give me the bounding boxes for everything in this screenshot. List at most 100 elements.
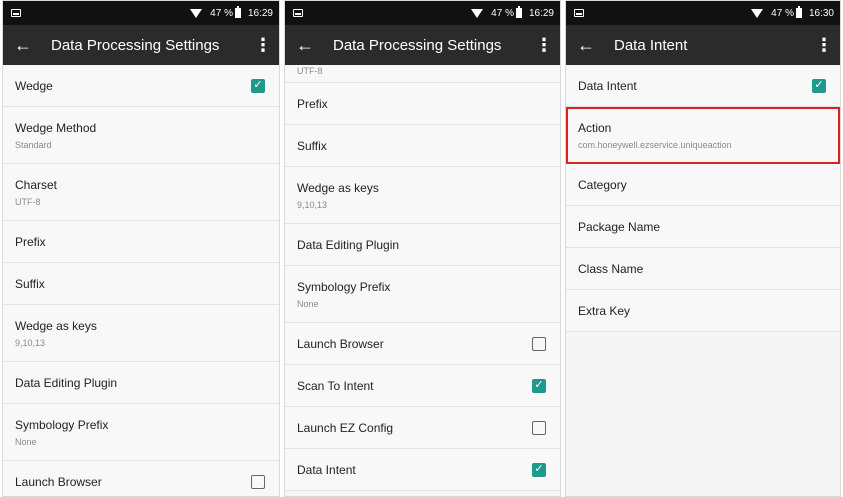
setting-label: Data Editing Plugin [297,237,400,252]
setting-scan-to-intent[interactable]: Scan To Intent ✓ [285,365,560,407]
setting-label: Launch Browser [15,474,102,489]
status-time: 16:29 [247,7,273,19]
setting-value: 9,10,13 [297,199,328,210]
launch-ez-config-checkbox[interactable] [532,420,546,435]
more-vert-icon[interactable]: ⋮ [528,35,560,56]
setting-label: Symbology Prefix [15,417,109,432]
status-bar: 47 % 16:29 [285,1,560,25]
setting-label: Wedge as keys [15,318,97,333]
setting-label: Suffix [15,276,45,291]
page-title: Data Intent [614,36,688,54]
screen-panel-3: 47 % 16:30 ← Data Intent ⋮ Data Intent ✓… [565,0,841,497]
arrow-back-icon[interactable]: ← [566,35,606,56]
battery-percent: 47 % [210,7,233,19]
setting-data-intent[interactable]: Data Intent ✓ [566,65,840,107]
page-title: Data Processing Settings [333,36,502,54]
scan-to-intent-checkbox[interactable]: ✓ [532,378,546,393]
setting-package-name[interactable]: Package Name [566,206,840,248]
wifi-icon [471,8,484,18]
setting-wedge-method[interactable]: Wedge Method Standard [3,107,279,164]
notification-icon [11,9,21,17]
setting-label: Scan To Intent [297,378,374,393]
notification-icon [574,9,584,17]
setting-value: None [297,298,319,309]
wedge-checkbox[interactable]: ✓ [251,78,265,93]
setting-launch-browser[interactable]: Launch Browser [3,461,279,496]
setting-label: Wedge Method [15,120,97,135]
settings-list: Wedge ✓ Wedge Method Standard Charset UT… [3,65,279,496]
checkmark-icon: ✓ [814,79,824,91]
checkmark-icon: ✓ [534,379,544,391]
battery-icon [515,6,522,18]
setting-data-editing-plugin[interactable]: Data Editing Plugin [285,224,560,266]
app-bar: ← Data Processing Settings ⋮ [3,25,279,65]
setting-label: Prefix [297,96,328,111]
app-bar: ← Data Processing Settings ⋮ [285,25,560,65]
battery-icon [234,6,241,18]
setting-category[interactable]: Category [566,164,840,206]
checkmark-icon: ✓ [534,463,544,475]
setting-charset-partial[interactable]: UTF-8 [285,65,560,83]
setting-label: Charset [15,177,58,192]
launch-browser-checkbox[interactable] [251,474,265,489]
setting-suffix[interactable]: Suffix [3,263,279,305]
setting-label: Wedge as keys [297,180,379,195]
setting-wedge-as-keys[interactable]: Wedge as keys 9,10,13 [285,167,560,224]
setting-value: UTF-8 [15,196,41,207]
status-time: 16:30 [808,7,834,19]
launch-browser-checkbox[interactable] [532,336,546,351]
battery-percent: 47 % [771,7,794,19]
setting-symbology-prefix[interactable]: Symbology Prefix None [3,404,279,461]
setting-label: Suffix [297,138,327,153]
setting-symbology-prefix[interactable]: Symbology Prefix None [285,266,560,323]
setting-wedge-as-keys[interactable]: Wedge as keys 9,10,13 [3,305,279,362]
setting-label: Class Name [578,261,644,276]
setting-label: Prefix [15,234,46,249]
setting-value: 9,10,13 [15,337,46,348]
screen-panel-1: 47 % 16:29 ← Data Processing Settings ⋮ … [2,0,280,497]
setting-label: Launch EZ Config [297,420,394,435]
setting-data-editing-plugin[interactable]: Data Editing Plugin [3,362,279,404]
arrow-back-icon[interactable]: ← [3,35,43,56]
setting-label: Launch Browser [297,336,384,351]
setting-value: UTF-8 [297,66,323,76]
arrow-back-icon[interactable]: ← [285,35,325,56]
setting-label: Category [578,177,627,192]
setting-value: None [15,436,37,447]
setting-charset[interactable]: Charset UTF-8 [3,164,279,221]
setting-label: Data Intent [578,78,637,93]
setting-label: Data Editing Plugin [15,375,118,390]
data-intent-checkbox[interactable]: ✓ [532,462,546,477]
more-vert-icon[interactable]: ⋮ [247,35,279,56]
notification-icon [293,9,303,17]
setting-class-name[interactable]: Class Name [566,248,840,290]
checkmark-icon: ✓ [253,79,263,91]
battery-icon [795,6,802,18]
setting-data-intent[interactable]: Data Intent ✓ [285,449,560,491]
page-title: Data Processing Settings [51,36,220,54]
settings-list: Data Intent ✓ Action com.honeywell.ezser… [566,65,840,332]
setting-label: Data Intent [297,462,356,477]
setting-launch-ez-config[interactable]: Launch EZ Config [285,407,560,449]
setting-label: Extra Key [578,303,631,318]
setting-prefix[interactable]: Prefix [3,221,279,263]
setting-action[interactable]: Action com.honeywell.ezservice.uniqueact… [566,107,840,164]
status-bar: 47 % 16:29 [3,1,279,25]
setting-wedge[interactable]: Wedge ✓ [3,65,279,107]
setting-label: Package Name [578,219,661,234]
status-time: 16:29 [528,7,554,19]
app-bar: ← Data Intent ⋮ [566,25,840,65]
setting-suffix[interactable]: Suffix [285,125,560,167]
setting-launch-browser[interactable]: Launch Browser [285,323,560,365]
screen-panel-2: 47 % 16:29 ← Data Processing Settings ⋮ … [284,0,561,497]
more-vert-icon[interactable]: ⋮ [808,35,840,56]
wifi-icon [751,8,764,18]
setting-extra-key[interactable]: Extra Key [566,290,840,332]
data-intent-checkbox[interactable]: ✓ [812,78,826,93]
setting-value: Standard [15,139,52,150]
wifi-icon [190,8,203,18]
status-bar: 47 % 16:30 [566,1,840,25]
setting-prefix[interactable]: Prefix [285,83,560,125]
setting-label: Symbology Prefix [297,279,391,294]
battery-percent: 47 % [491,7,514,19]
